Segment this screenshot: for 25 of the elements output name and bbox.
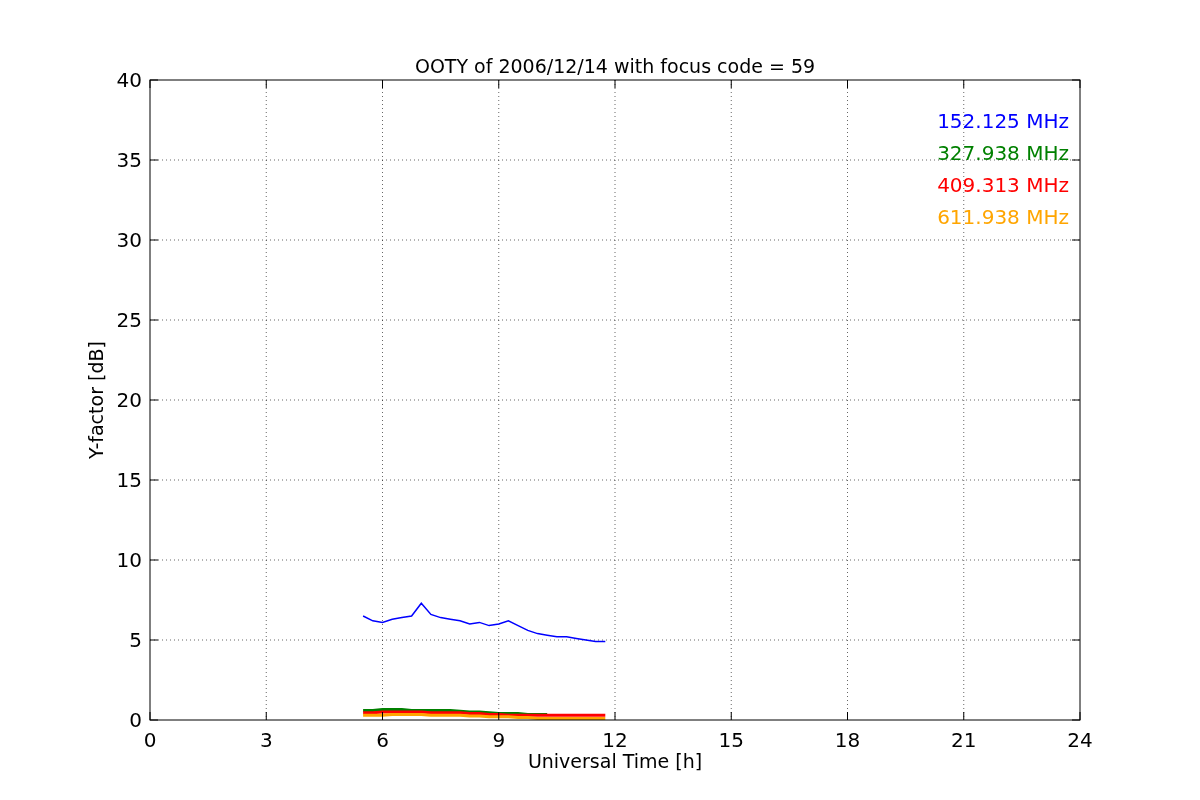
axis-tick-label: 5 [129,628,142,652]
axis-tick-label: 15 [116,468,142,492]
axis-tick-label: 21 [951,728,977,752]
axis-tick-label: 15 [718,728,744,752]
axis-tick-label: 3 [259,728,273,752]
axis-tick-label: 0 [143,728,157,752]
axis-tick-label: 30 [116,228,142,252]
axis-tick-label: 20 [116,388,142,412]
legend-label: 152.125 MHz [937,109,1069,133]
legend-label: 409.313 MHz [937,173,1069,197]
chart-title: OOTY of 2006/12/14 with focus code = 59 [414,55,816,77]
axis-tick-label: 40 [116,68,142,92]
legend-label: 327.938 MHz [937,141,1069,165]
axis-tick-label: 10 [116,548,142,572]
axis-tick-label: 0 [129,708,142,732]
axis-tick-label: 12 [602,728,628,752]
axis-tick-label: 9 [492,728,506,752]
axis-tick-label: 18 [834,728,861,752]
axis-title: Universal Time [h] [527,750,703,772]
axis-tick-label: 25 [116,308,142,332]
legend-label: 611.938 MHz [937,205,1069,229]
axis-tick-label: 24 [1067,728,1093,752]
axis-title: Y-factor [dB] [85,341,107,459]
axis-tick-label: 35 [116,148,142,172]
axis-tick-label: 6 [376,728,389,752]
